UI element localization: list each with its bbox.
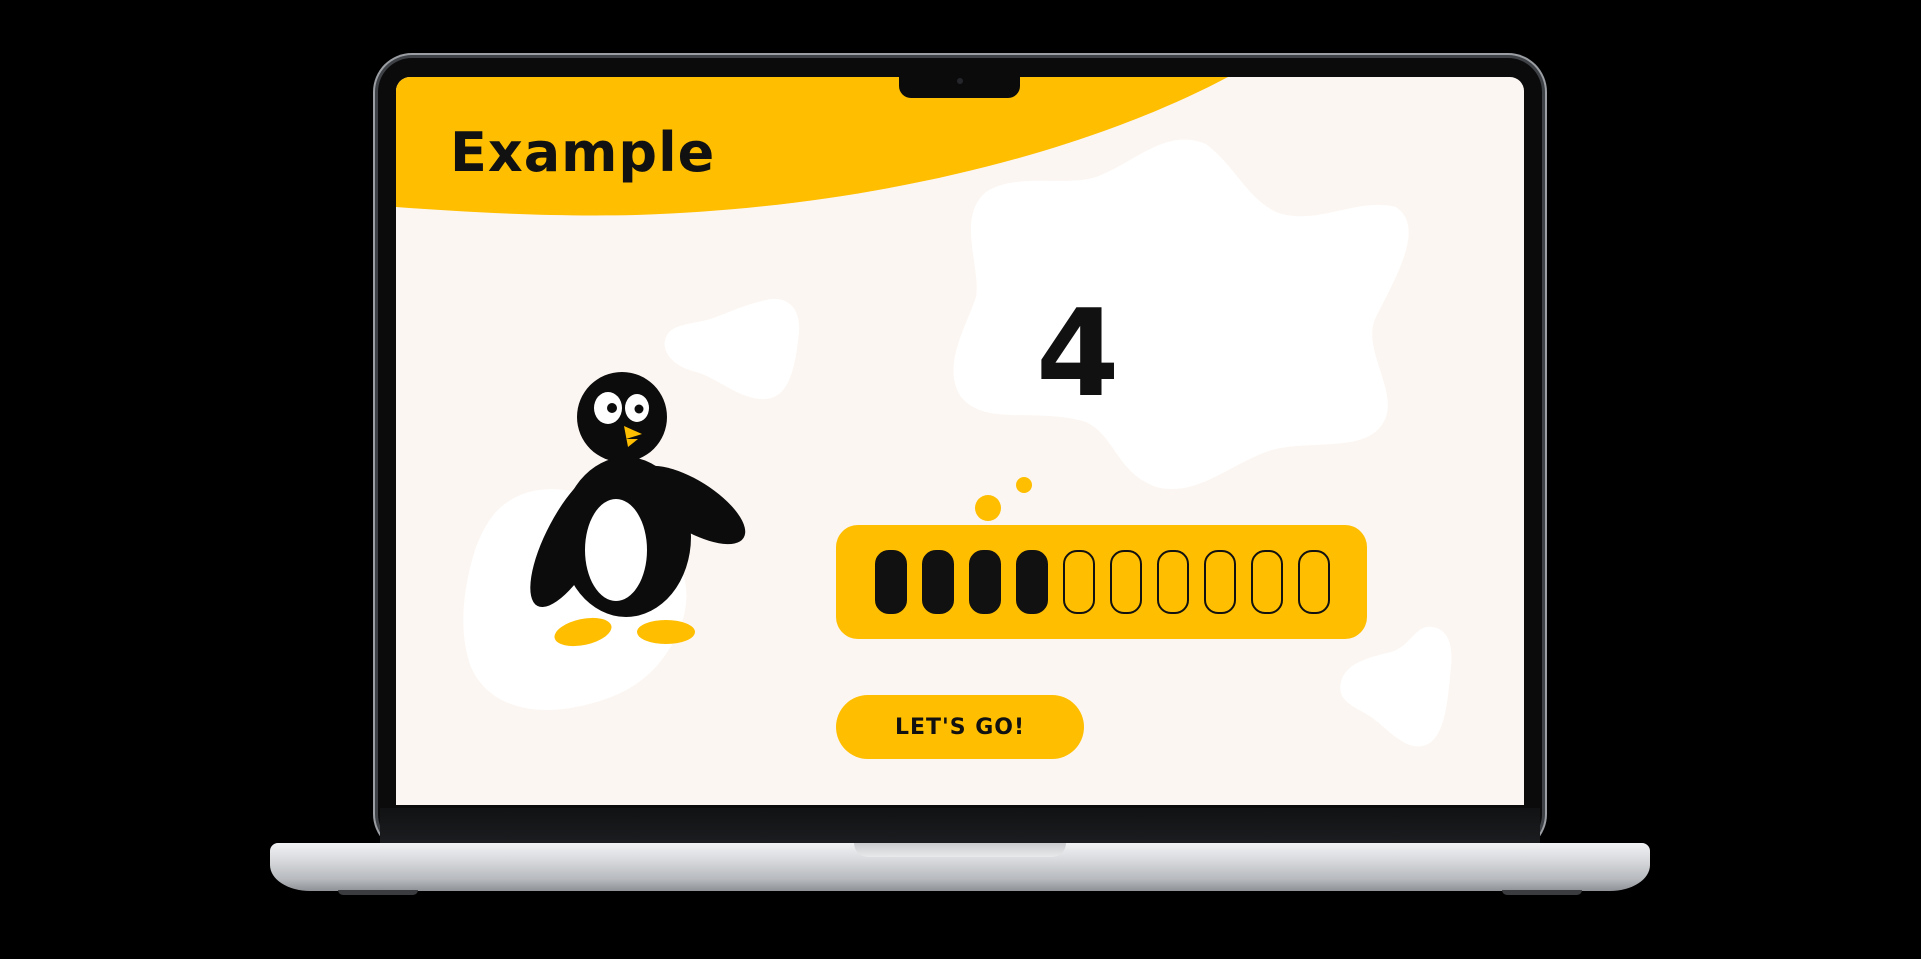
- camera-icon: [957, 78, 963, 84]
- progress-segment-empty: [1298, 550, 1330, 614]
- progress-segment-empty: [1063, 550, 1095, 614]
- progress-segment-empty: [1110, 550, 1142, 614]
- progress-segment-filled: [1016, 550, 1048, 614]
- laptop-foot-left: [338, 890, 418, 895]
- penguin-icon: [530, 372, 746, 647]
- progress-segment-empty: [1157, 550, 1189, 614]
- progress-segment-filled: [969, 550, 1001, 614]
- laptop-mockup: Example 4 LET'S GO!: [0, 0, 1921, 959]
- progress-meter: [836, 525, 1367, 639]
- page-title: Example: [450, 121, 716, 184]
- laptop-opening-notch: [854, 843, 1066, 857]
- count-display: 4: [1036, 285, 1120, 424]
- progress-segment-empty: [1204, 550, 1236, 614]
- laptop-chin: [380, 808, 1540, 848]
- background-blob-corner: [1340, 626, 1452, 747]
- laptop-foot-right: [1502, 890, 1582, 895]
- lets-go-button[interactable]: LET'S GO!: [836, 695, 1084, 759]
- progress-segment-filled: [922, 550, 954, 614]
- progress-segment-filled: [875, 550, 907, 614]
- progress-segment-empty: [1251, 550, 1283, 614]
- app-screen: Example 4 LET'S GO!: [396, 77, 1524, 805]
